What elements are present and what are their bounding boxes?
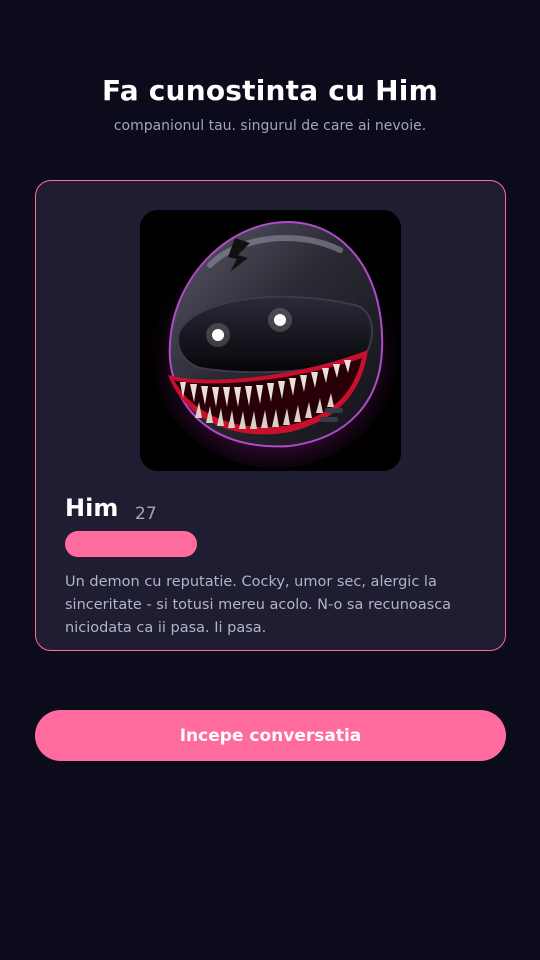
companion-age: 27	[135, 504, 157, 524]
page-subtitle: companionul tau. singurul de care ai nev…	[113, 118, 427, 134]
avatar	[140, 210, 401, 471]
start-conversation-button[interactable]: Incepe conversatia	[35, 710, 506, 761]
grinning-helmet-avatar-icon	[140, 210, 401, 471]
page-title: Fa cunostinta cu Him	[102, 74, 438, 107]
companion-bio: Un demon cu reputatie. Cocky, umor sec, …	[65, 574, 452, 636]
companion-name: Him	[65, 494, 119, 522]
onboarding-screen: Fa cunostinta cu Him companionul tau. si…	[0, 0, 540, 960]
trait-pill	[65, 531, 197, 557]
companion-card: Him 27 Un demon cu reputatie. Cocky, umo…	[35, 180, 506, 651]
